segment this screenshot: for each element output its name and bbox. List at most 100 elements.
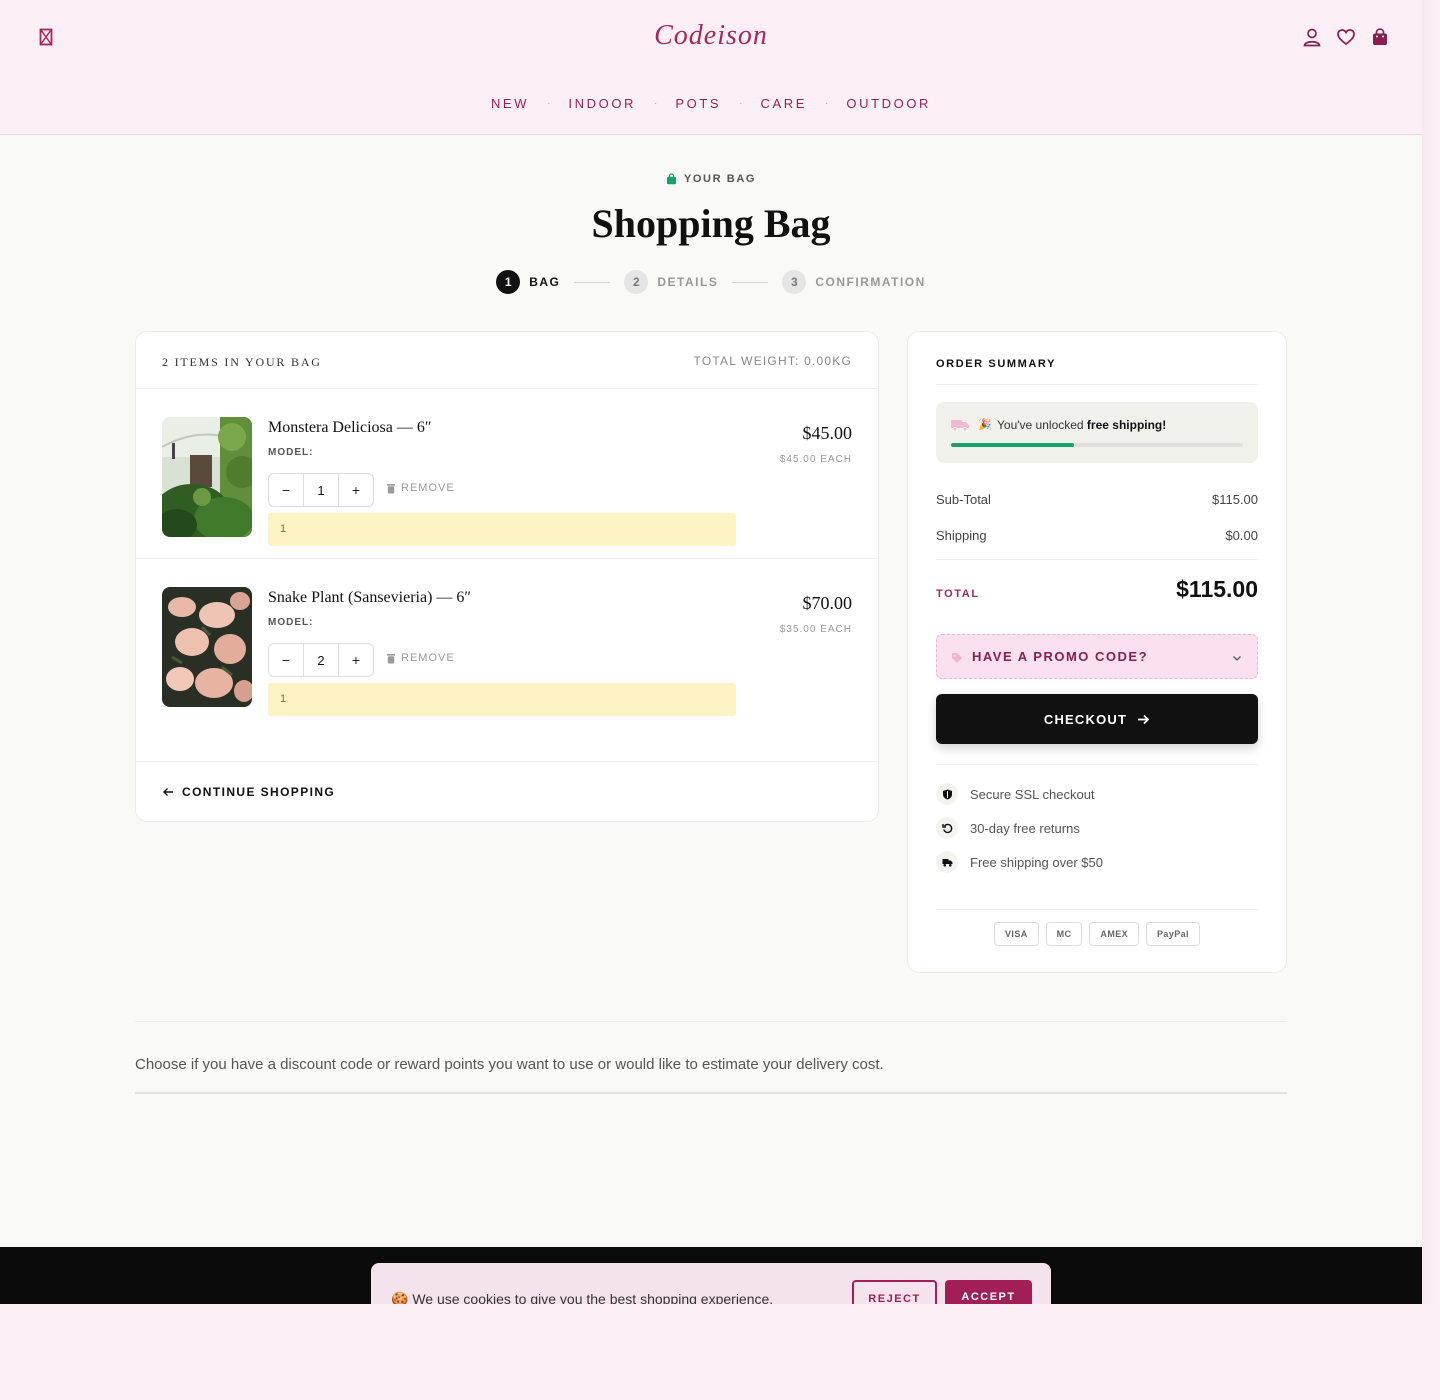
heart-icon[interactable] bbox=[1336, 27, 1356, 47]
divider bbox=[936, 384, 1258, 385]
item-note: 1 bbox=[268, 683, 736, 716]
trash-icon bbox=[386, 653, 396, 664]
shield-icon bbox=[936, 783, 958, 805]
quantity-input[interactable]: 2 bbox=[303, 644, 339, 676]
user-icon[interactable] bbox=[1302, 27, 1322, 47]
product-name[interactable]: Snake Plant (Sansevieria) — 6″ bbox=[268, 589, 471, 607]
quantity-input[interactable]: 1 bbox=[303, 474, 339, 506]
divider bbox=[936, 559, 1258, 560]
order-summary-title: ORDER SUMMARY bbox=[936, 358, 1057, 370]
cookie-icon: 🍪 bbox=[391, 1291, 409, 1304]
step-connector bbox=[732, 281, 769, 283]
truck-icon bbox=[936, 851, 958, 873]
trash-icon bbox=[386, 483, 396, 494]
step-confirmation[interactable]: 3 CONFIRMATION bbox=[782, 270, 925, 294]
nav-separator: · bbox=[654, 98, 658, 109]
step-bag[interactable]: 1 BAG bbox=[496, 270, 560, 294]
payment-visa: VISA bbox=[994, 922, 1039, 946]
payment-amex: AMEX bbox=[1089, 922, 1140, 946]
header-actions bbox=[1302, 27, 1390, 47]
page-eyebrow: YOUR BAG bbox=[0, 173, 1422, 185]
arrow-right-icon bbox=[1137, 713, 1150, 726]
continue-shopping-link[interactable]: CONTINUE SHOPPING bbox=[162, 785, 335, 799]
increase-qty-button[interactable]: + bbox=[339, 644, 373, 676]
divider bbox=[936, 909, 1258, 910]
site-header: Codeison NEW · INDOOR · POTS · CARE · OU… bbox=[0, 0, 1422, 135]
shipping-label: Shipping bbox=[936, 528, 987, 543]
shipping-message-bold: free shipping! bbox=[1086, 418, 1167, 432]
promo-code-toggle[interactable]: HAVE A PROMO CODE? bbox=[936, 634, 1258, 679]
shipping-row: Shipping $0.00 bbox=[936, 528, 1258, 543]
cookie-message: 🍪 We use cookies to give you the best sh… bbox=[391, 1291, 773, 1304]
subtotal-row: Sub-Total $115.00 bbox=[936, 492, 1258, 507]
checkout-label: CHECKOUT bbox=[1043, 711, 1128, 727]
step-number: 2 bbox=[624, 270, 649, 294]
page: Codeison NEW · INDOOR · POTS · CARE · OU… bbox=[0, 0, 1422, 1304]
tag-icon bbox=[951, 651, 963, 663]
cart-panel: 2 ITEMS IN YOUR BAG TOTAL WEIGHT: 0.00KG bbox=[135, 331, 879, 822]
scrollbar-track[interactable] bbox=[1422, 0, 1440, 1304]
site-logo[interactable]: Codeison bbox=[0, 20, 1422, 52]
trust-text: Secure SSL checkout bbox=[970, 786, 1095, 802]
shipping-progress-fill bbox=[951, 443, 1074, 447]
bag-icon[interactable] bbox=[1370, 27, 1390, 47]
product-model-label: MODEL: bbox=[268, 447, 314, 458]
nav-outdoor[interactable]: OUTDOOR bbox=[846, 96, 931, 111]
reject-cookies-button[interactable]: REJECT bbox=[852, 1280, 937, 1304]
order-summary-panel: ORDER SUMMARY 🎉 You've unlocked free shi… bbox=[907, 331, 1287, 973]
quantity-stepper: − 2 + bbox=[268, 643, 374, 677]
cart-item-count: 2 ITEMS IN YOUR BAG bbox=[162, 355, 322, 369]
trust-item: Secure SSL checkout bbox=[936, 783, 1095, 805]
remove-label: REMOVE bbox=[401, 652, 455, 664]
promo-code-label: HAVE A PROMO CODE? bbox=[972, 649, 1149, 664]
chevron-down-icon bbox=[1231, 651, 1243, 663]
step-details[interactable]: 2 DETAILS bbox=[624, 270, 718, 294]
product-image-monstera[interactable] bbox=[162, 417, 252, 537]
quantity-stepper: − 1 + bbox=[268, 473, 374, 507]
page-title: Shopping Bag bbox=[591, 201, 831, 246]
subtotal-label: Sub-Total bbox=[936, 492, 991, 507]
trust-text: 30-day free returns bbox=[970, 820, 1080, 836]
nav-indoor[interactable]: INDOOR bbox=[568, 96, 636, 111]
checkout-steps: 1 BAG 2 DETAILS 3 CONFIRMATION bbox=[0, 270, 1422, 294]
item-unit-price: $35.00 EACH bbox=[779, 624, 852, 635]
nav-separator: · bbox=[825, 98, 829, 109]
product-image-snake-plant[interactable] bbox=[162, 587, 252, 707]
product-model-label: MODEL: bbox=[268, 617, 314, 628]
step-label: CONFIRMATION bbox=[815, 275, 926, 289]
decrease-qty-button[interactable]: − bbox=[269, 644, 303, 676]
step-connector bbox=[574, 281, 611, 283]
accept-cookies-button[interactable]: ACCEPT bbox=[945, 1280, 1032, 1304]
nav-new[interactable]: NEW bbox=[491, 96, 529, 111]
discount-instructions: Choose if you have a discount code or re… bbox=[135, 1056, 884, 1073]
increase-qty-button[interactable]: + bbox=[339, 474, 373, 506]
continue-shopping-label: CONTINUE SHOPPING bbox=[182, 785, 336, 799]
divider bbox=[936, 764, 1258, 765]
trust-item: 30-day free returns bbox=[936, 817, 1080, 839]
site-footer: 🍪 We use cookies to give you the best sh… bbox=[0, 1247, 1422, 1304]
nav-separator: · bbox=[547, 98, 551, 109]
nav-pots[interactable]: POTS bbox=[675, 96, 721, 111]
shipping-progress-bar bbox=[951, 443, 1243, 447]
eyebrow-label: YOUR BAG bbox=[683, 173, 757, 185]
remove-button[interactable]: REMOVE bbox=[386, 652, 455, 664]
step-label: DETAILS bbox=[657, 275, 719, 289]
remove-button[interactable]: REMOVE bbox=[386, 482, 455, 494]
total-label: TOTAL bbox=[936, 588, 980, 600]
total-value: $115.00 bbox=[1176, 576, 1258, 602]
nav-care[interactable]: CARE bbox=[761, 96, 808, 111]
checkout-button[interactable]: CHECKOUT bbox=[936, 694, 1258, 744]
product-name[interactable]: Monstera Deliciosa — 6″ bbox=[268, 419, 432, 437]
item-unit-price: $45.00 EACH bbox=[779, 454, 852, 465]
shipping-value: $0.00 bbox=[1225, 528, 1258, 543]
decrease-qty-button[interactable]: − bbox=[269, 474, 303, 506]
payment-mastercard: MC bbox=[1045, 922, 1083, 946]
payment-paypal: PayPal bbox=[1146, 922, 1200, 946]
step-number: 1 bbox=[496, 270, 521, 294]
payment-methods: VISA MC AMEX PayPal bbox=[908, 922, 1286, 946]
cart-total-weight: TOTAL WEIGHT: 0.00KG bbox=[693, 354, 852, 368]
item-note: 1 bbox=[268, 513, 736, 546]
divider bbox=[135, 1021, 1287, 1022]
subtotal-value: $115.00 bbox=[1211, 492, 1258, 507]
divider bbox=[135, 1092, 1287, 1094]
